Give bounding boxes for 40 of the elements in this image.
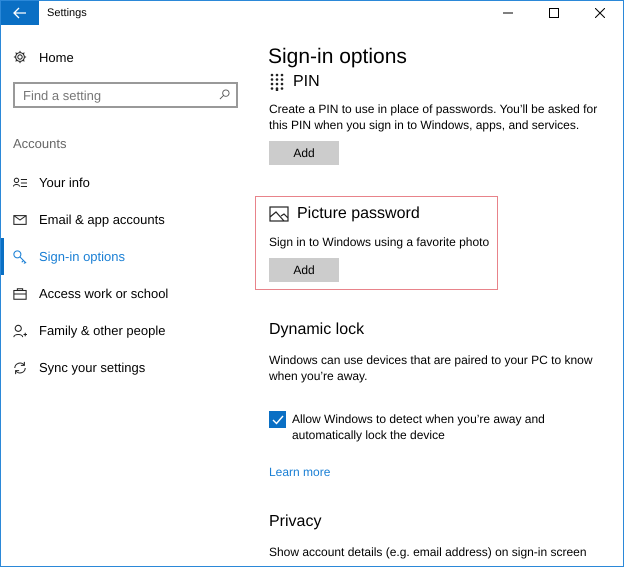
page-title: Sign-in options [268, 44, 408, 70]
minimize-icon [503, 12, 513, 14]
back-button[interactable] [1, 1, 39, 25]
description-text: Show account details (e.g. email address) on sign-in screen [269, 544, 588, 560]
keypad-icon [269, 73, 285, 91]
key-icon [13, 250, 27, 264]
section-title: Picture password [297, 204, 420, 224]
checkbox-label: Allow Windows to detect when you’re away and automatically lock the device [292, 411, 546, 443]
back-arrow-icon [13, 7, 27, 19]
home-nav-item[interactable]: Home [1, 44, 74, 70]
nav-item[interactable]: Email & app accounts [1, 201, 255, 238]
image-icon [269, 206, 289, 222]
sync-icon [13, 360, 27, 374]
description-text: Sign in to Windows using a favorite photo [269, 234, 490, 250]
nav-item[interactable]: Sign-in options [1, 238, 255, 275]
section-heading: Accounts [13, 136, 68, 151]
nav-item[interactable]: Family & other people [1, 312, 255, 349]
nav-item[interactable]: Access work or school [1, 275, 255, 312]
section-title: Dynamic lock [269, 320, 364, 340]
mail-icon [13, 212, 27, 226]
description-text: Create a PIN to use in place of passwords. You’ll be asked for this PIN when you sign in to Windows, apps, and services. [269, 101, 598, 133]
section-title: Privacy [269, 512, 322, 532]
briefcase-icon [13, 286, 27, 300]
search-icon [219, 89, 230, 100]
nav-item[interactable]: Your info [1, 164, 255, 201]
settings-icon [13, 50, 27, 64]
window-title: Settings [47, 7, 88, 19]
person-add-icon [13, 324, 27, 338]
checkmark-icon [272, 414, 284, 424]
checkbox[interactable] [269, 411, 286, 428]
nav-item[interactable]: Sync your settings [1, 349, 255, 386]
add-button[interactable]: Add [269, 141, 339, 165]
description-text: Windows can use devices that are paired to your PC to know when you’re away. [269, 352, 594, 384]
learn-more-link[interactable]: Learn more [269, 465, 330, 479]
section-title: PIN [293, 72, 320, 92]
close-icon [595, 8, 605, 18]
maximize-icon [549, 8, 559, 18]
search-field[interactable]: Find a setting [13, 82, 238, 108]
person-list-icon [13, 176, 27, 190]
add-button[interactable]: Add [269, 258, 339, 282]
